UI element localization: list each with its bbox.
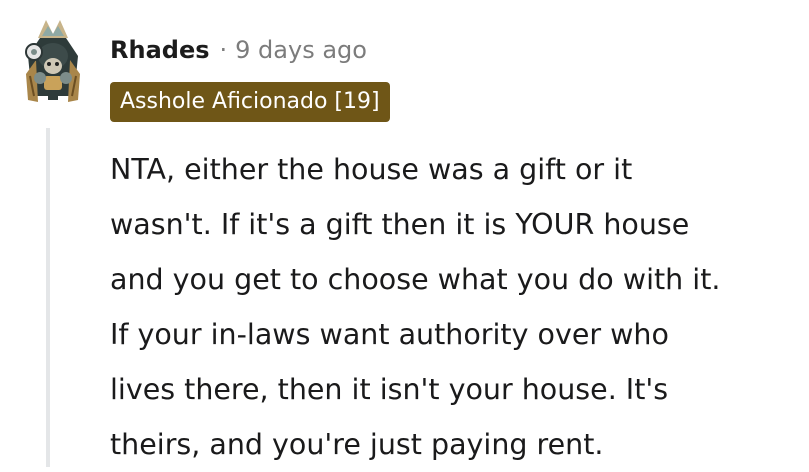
comment-body-line: NTA, either the house was a gift or it xyxy=(110,153,633,186)
knight-avatar-icon xyxy=(25,20,80,102)
comment-header: Rhades · 9 days ago xyxy=(110,30,367,70)
meta-separator: · xyxy=(219,36,228,64)
comment-body-line: If your in-laws want authority over who xyxy=(110,318,669,351)
comment-body-line: wasn't. If it's a gift then it is YOUR h… xyxy=(110,208,690,241)
comment-body-line: lives there, then it isn't your house. I… xyxy=(110,373,669,406)
username-link[interactable]: Rhades xyxy=(110,36,210,64)
user-avatar[interactable] xyxy=(18,16,88,108)
comment: Rhades · 9 days ago Asshole Aficionado [… xyxy=(0,0,809,467)
thread-collapse-line[interactable] xyxy=(46,128,50,467)
comment-timestamp[interactable]: 9 days ago xyxy=(235,36,367,64)
comment-body-line: theirs, and you're just paying rent. xyxy=(110,428,604,461)
comment-body: NTA, either the house was a gift or it w… xyxy=(110,142,809,472)
user-flair-badge: Asshole Aficionado [19] xyxy=(110,82,390,122)
comment-body-line: and you get to choose what you do with i… xyxy=(110,263,721,296)
